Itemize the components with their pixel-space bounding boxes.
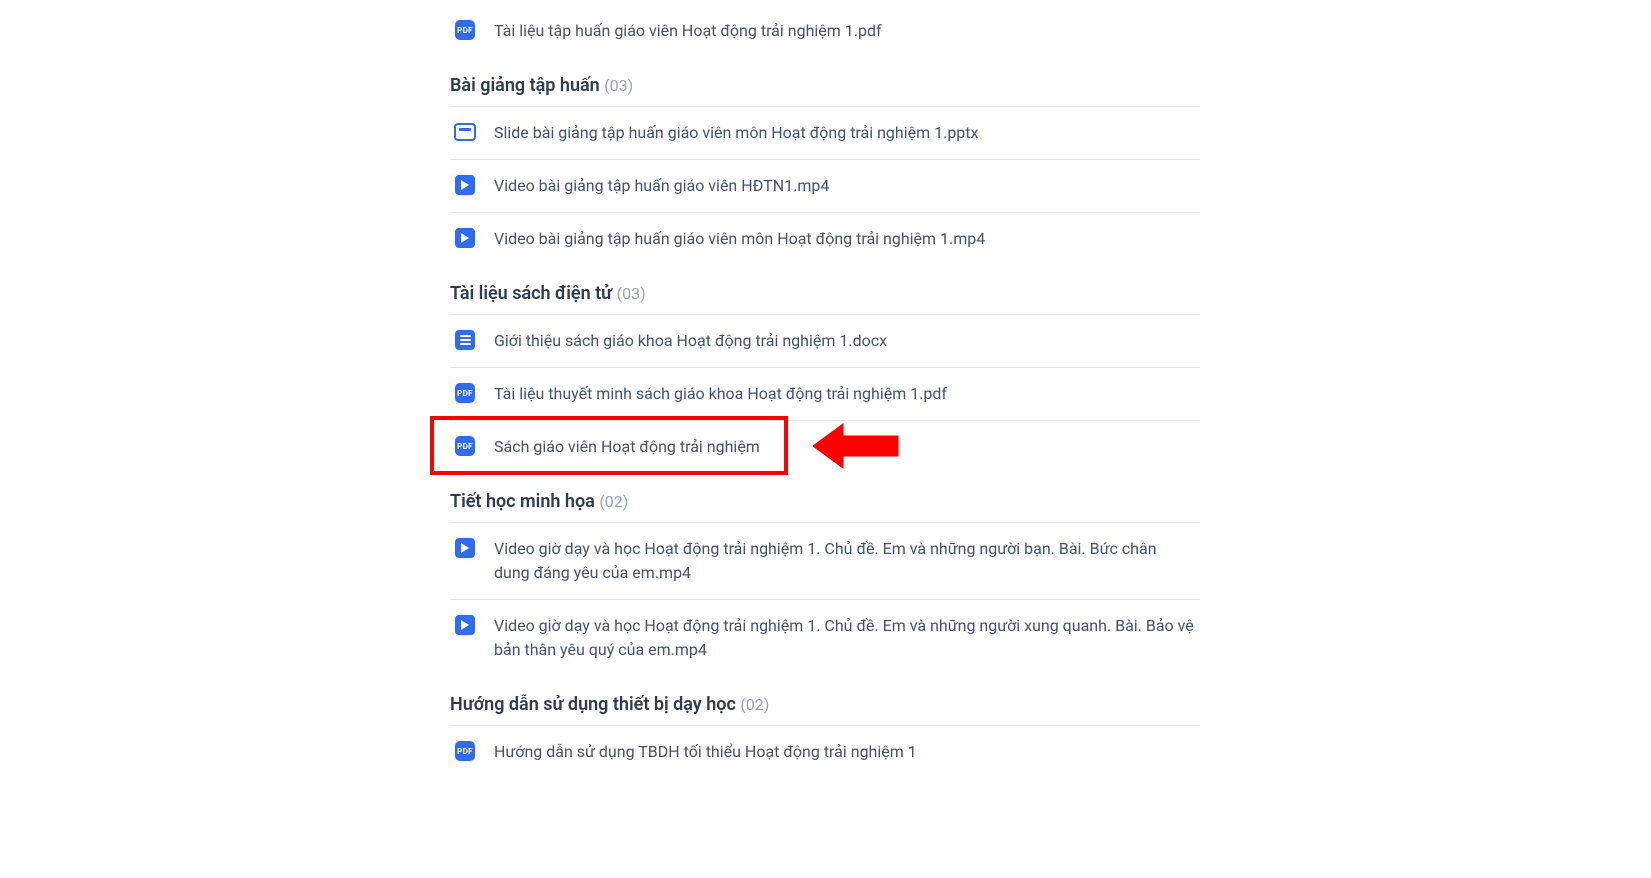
section-title-text: Tiết học minh họa bbox=[450, 491, 599, 512]
file-row[interactable]: Video bài giảng tập huấn giáo viên môn H… bbox=[450, 212, 1200, 265]
file-icon-wrap bbox=[454, 174, 476, 196]
file-name: Giới thiệu sách giáo khoa Hoạt động trải… bbox=[494, 329, 887, 353]
section-title-text: Hướng dẫn sử dụng thiết bị dạy học bbox=[450, 694, 740, 715]
file-row[interactable]: PDF Sách giáo viên Hoạt động trải nghiệm bbox=[450, 420, 1200, 473]
section-title-text: Tài liệu sách điện tử bbox=[450, 283, 617, 304]
file-row[interactable]: PDF Hướng dẫn sử dụng TBDH tối thiểu Hoạt… bbox=[450, 725, 1200, 778]
file-icon-wrap bbox=[454, 329, 476, 351]
file-name: Slide bài giảng tập huấn giáo viên môn H… bbox=[494, 121, 978, 145]
file-icon-wrap: PDF bbox=[454, 382, 476, 404]
section-count: (02) bbox=[740, 695, 769, 714]
file-row[interactable]: PDF Tài liệu thuyết minh sách giáo khoa H… bbox=[450, 367, 1200, 420]
file-icon-wrap bbox=[454, 227, 476, 249]
file-name: Video giờ dạy và học Hoạt động trải nghi… bbox=[494, 537, 1196, 585]
section-title: Hướng dẫn sử dụng thiết bị dạy học (02) bbox=[450, 676, 1200, 725]
file-row[interactable]: Video bài giảng tập huấn giáo viên HĐTN1… bbox=[450, 159, 1200, 212]
file-name: Sách giáo viên Hoạt động trải nghiệm bbox=[494, 435, 760, 459]
section-title: Tiết học minh họa (02) bbox=[450, 473, 1200, 522]
file-icon-wrap: PDF bbox=[454, 435, 476, 457]
file-name: Video bài giảng tập huấn giáo viên môn H… bbox=[494, 227, 985, 251]
file-icon-wrap: PDF bbox=[454, 19, 476, 41]
video-icon bbox=[455, 538, 475, 558]
file-row[interactable]: PDF Tài liệu tập huấn giáo viên Hoạt động… bbox=[450, 5, 1200, 57]
section-title-text: Bài giảng tập huấn bbox=[450, 75, 604, 96]
pdf-icon: PDF bbox=[455, 20, 475, 40]
video-icon bbox=[455, 615, 475, 635]
doc-icon bbox=[455, 330, 475, 350]
file-icon-wrap bbox=[454, 121, 476, 143]
pdf-icon: PDF bbox=[455, 741, 475, 761]
file-row[interactable]: Video giờ dạy và học Hoạt động trải nghi… bbox=[450, 599, 1200, 676]
file-icon-wrap bbox=[454, 537, 476, 559]
file-row[interactable]: Giới thiệu sách giáo khoa Hoạt động trải… bbox=[450, 314, 1200, 367]
section-count: (03) bbox=[604, 76, 633, 95]
file-name: Tài liệu thuyết minh sách giáo khoa Hoạt… bbox=[494, 382, 947, 406]
file-icon-wrap bbox=[454, 614, 476, 636]
section-title: Tài liệu sách điện tử (03) bbox=[450, 265, 1200, 314]
file-name: Tài liệu tập huấn giáo viên Hoạt động tr… bbox=[494, 19, 882, 43]
file-name: Video giờ dạy và học Hoạt động trải nghi… bbox=[494, 614, 1196, 662]
pdf-icon: PDF bbox=[455, 436, 475, 456]
video-icon bbox=[455, 175, 475, 195]
file-name: Hướng dẫn sử dụng TBDH tối thiểu Hoạt độ… bbox=[494, 740, 917, 764]
section-count: (02) bbox=[599, 492, 628, 511]
file-row[interactable]: Slide bài giảng tập huấn giáo viên môn H… bbox=[450, 106, 1200, 159]
pdf-icon: PDF bbox=[455, 383, 475, 403]
slide-icon bbox=[454, 123, 476, 141]
file-row[interactable]: Video giờ dạy và học Hoạt động trải nghi… bbox=[450, 522, 1200, 599]
video-icon bbox=[455, 228, 475, 248]
section-title: Bài giảng tập huấn (03) bbox=[450, 57, 1200, 106]
section-count: (03) bbox=[617, 284, 646, 303]
file-icon-wrap: PDF bbox=[454, 740, 476, 762]
file-name: Video bài giảng tập huấn giáo viên HĐTN1… bbox=[494, 174, 829, 198]
